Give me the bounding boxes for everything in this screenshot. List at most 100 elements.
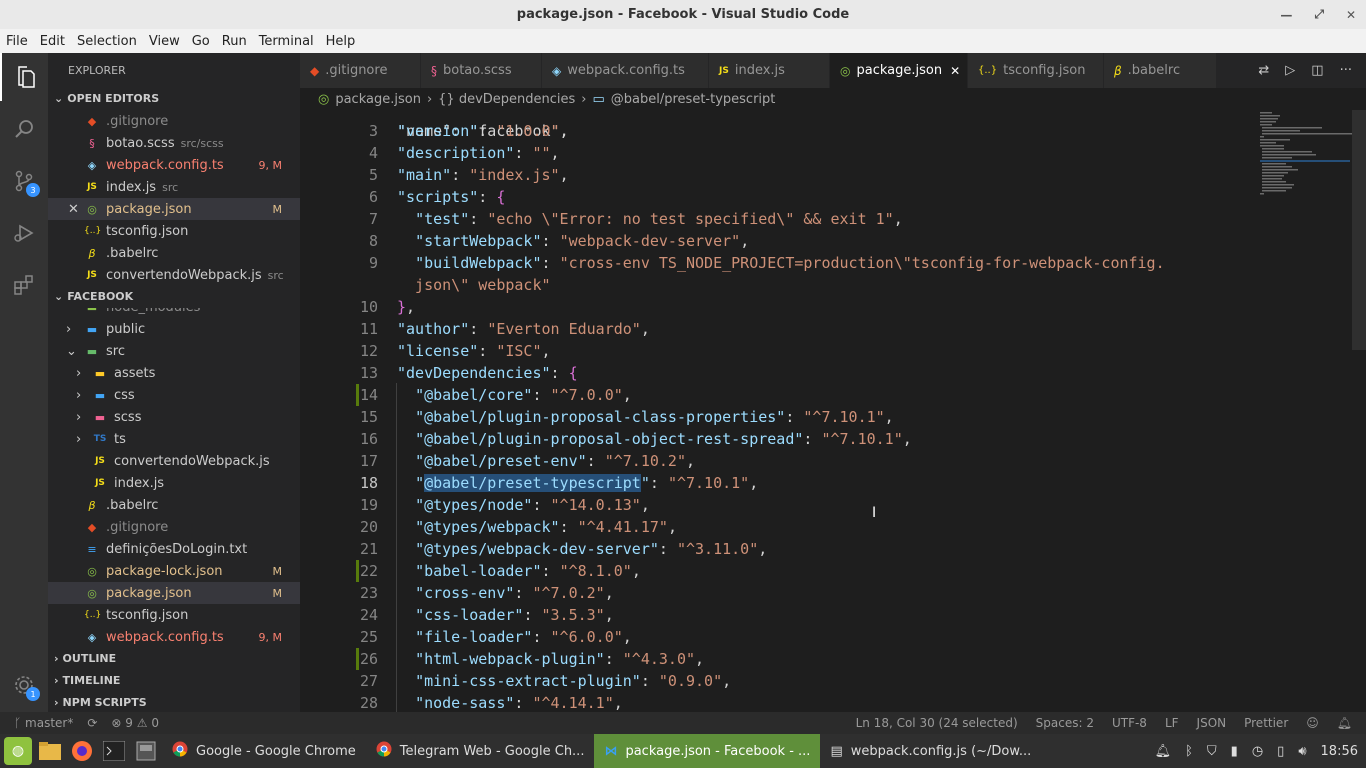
tree-file[interactable]: ≡ definiçõesDoLogin.txt <box>48 538 300 560</box>
line-number: 9 <box>368 254 378 272</box>
menu-help[interactable]: Help <box>320 34 362 49</box>
extensions-icon[interactable] <box>0 261 48 309</box>
editor-scrollbar[interactable] <box>1352 110 1366 712</box>
open-editor-item[interactable]: {..} tsconfig.json <box>48 220 300 242</box>
close-window-button[interactable]: ✕ <box>1346 8 1356 22</box>
menu-go[interactable]: Go <box>186 34 216 49</box>
taskbar-window-vscode[interactable]: ⋈ package.json - Facebook - ... <box>594 734 821 768</box>
minimap[interactable] <box>1252 110 1352 200</box>
close-icon[interactable]: ✕ <box>950 64 960 78</box>
branch-icon: ᚴ <box>14 716 22 730</box>
branch-indicator[interactable]: ᚴ master* <box>14 716 73 730</box>
tree-file-active[interactable]: ◎ package.json M <box>48 582 300 604</box>
breadcrumb-file[interactable]: package.json <box>335 92 421 107</box>
menu-terminal[interactable]: Terminal <box>253 34 320 49</box>
shield-icon[interactable]: ⛉ <box>1207 744 1217 759</box>
tree-folder[interactable]: › ▬ css <box>48 384 300 406</box>
terminal-icon[interactable] <box>100 737 128 765</box>
mint-menu-icon[interactable]: ◍ <box>4 737 32 765</box>
timeline-header[interactable]: › TIMELINE <box>48 670 300 692</box>
volume-icon[interactable]: 🔊︎ <box>1298 744 1306 759</box>
open-editor-item[interactable]: ◈ webpack.config.ts 9, M <box>48 154 300 176</box>
npm-scripts-header[interactable]: › NPM SCRIPTS <box>48 692 300 714</box>
feedback-icon[interactable]: ☺ <box>1306 716 1319 730</box>
bluetooth-icon[interactable]: ᛒ <box>1185 744 1193 759</box>
more-actions-icon[interactable]: ··· <box>1340 63 1352 78</box>
open-editor-item[interactable]: JS convertendoWebpack.js src <box>48 264 300 286</box>
system-monitor-icon[interactable] <box>132 737 160 765</box>
eol[interactable]: LF <box>1165 716 1179 730</box>
files-icon[interactable] <box>36 737 64 765</box>
update-manager-icon[interactable]: ◷ <box>1252 744 1263 759</box>
search-icon[interactable] <box>0 105 48 153</box>
open-editor-item[interactable]: ◆ .gitignore <box>48 110 300 132</box>
run-icon[interactable]: ▷ <box>1285 63 1295 78</box>
notifications-icon[interactable]: 🔔︎ <box>1337 716 1352 730</box>
tree-file[interactable]: JS index.js <box>48 472 300 494</box>
tab-webpack-config[interactable]: ◈ webpack.config.ts <box>542 53 709 88</box>
js-icon: JS <box>87 270 97 280</box>
menu-view[interactable]: View <box>143 34 186 49</box>
manage-gear-icon[interactable]: 1 <box>0 661 48 709</box>
js-icon: JS <box>87 182 97 192</box>
encoding[interactable]: UTF-8 <box>1112 716 1147 730</box>
tab-babelrc[interactable]: β .babelrc <box>1104 53 1217 88</box>
menu-edit[interactable]: Edit <box>34 34 71 49</box>
tree-folder[interactable]: › ▬ public <box>48 318 300 340</box>
tree-file[interactable]: β .babelrc <box>48 494 300 516</box>
outline-header[interactable]: › OUTLINE <box>48 648 300 670</box>
code-line: 4 "description": "", <box>300 142 1260 164</box>
tab-botao-scss[interactable]: § botao.scss <box>421 53 542 88</box>
tab-tsconfig[interactable]: {..} tsconfig.json <box>968 53 1104 88</box>
clock[interactable]: 18:56 <box>1321 744 1358 759</box>
tree-file[interactable]: ◈ webpack.config.ts 9, M <box>48 626 300 648</box>
tab-package-json[interactable]: ◎ package.json ✕ <box>830 53 968 88</box>
split-editor-icon[interactable]: ◫ <box>1311 63 1323 78</box>
menu-selection[interactable]: Selection <box>71 34 143 49</box>
formatter[interactable]: Prettier <box>1244 716 1288 730</box>
open-editor-item[interactable]: β .babelrc <box>48 242 300 264</box>
menu-run[interactable]: Run <box>216 34 253 49</box>
minimize-button[interactable]: — <box>1280 8 1292 22</box>
project-header[interactable]: ⌄ FACEBOOK <box>48 286 300 308</box>
taskbar-window-telegram[interactable]: Telegram Web - Google Ch... <box>366 734 595 768</box>
tab-index-js[interactable]: JS index.js <box>709 53 830 88</box>
code-editor[interactable]: "name": "facebook", 3 "version": "1.0.0",… <box>300 110 1366 712</box>
tree-folder[interactable]: › ▬ scss <box>48 406 300 428</box>
tree-file[interactable]: ◎ package-lock.json M <box>48 560 300 582</box>
line-number: 19 <box>359 496 378 514</box>
tab-gitignore[interactable]: ◆ .gitignore <box>300 53 421 88</box>
tree-file[interactable]: {..} tsconfig.json <box>48 604 300 626</box>
breadcrumb-section[interactable]: {} devDependencies <box>438 92 575 107</box>
taskbar-window-chrome[interactable]: Google - Google Chrome <box>162 734 366 768</box>
compare-changes-icon[interactable]: ⇄ <box>1258 63 1269 78</box>
cursor-position[interactable]: Ln 18, Col 30 (24 selected) <box>856 716 1018 730</box>
run-debug-icon[interactable] <box>0 209 48 257</box>
network-icon[interactable]: ▮ <box>1231 744 1238 759</box>
tree-folder[interactable]: › TS ts <box>48 428 300 450</box>
tree-file[interactable]: ◆ .gitignore <box>48 516 300 538</box>
taskbar-window-editor[interactable]: ▤ webpack.config.js (~/Dow... <box>820 734 1041 768</box>
notifications-bell-icon[interactable]: 🔔︎ <box>1155 744 1172 759</box>
line-number: 6 <box>368 188 378 206</box>
explorer-icon[interactable] <box>0 53 48 101</box>
open-editors-header[interactable]: ⌄ OPEN EDITORS <box>48 88 300 110</box>
open-editor-item[interactable]: § botao.scss src/scss <box>48 132 300 154</box>
scrollbar-thumb[interactable] <box>1352 110 1366 350</box>
clipboard-icon[interactable]: ▯ <box>1277 744 1284 759</box>
language-mode[interactable]: JSON <box>1197 716 1227 730</box>
firefox-icon[interactable] <box>68 737 96 765</box>
tree-file[interactable]: JS convertendoWebpack.js <box>48 450 300 472</box>
maximize-button[interactable]: ⤢ <box>1314 7 1324 22</box>
indentation[interactable]: Spaces: 2 <box>1036 716 1094 730</box>
open-editor-item[interactable]: JS index.js src <box>48 176 300 198</box>
tree-folder[interactable]: ⌄ ▬ src <box>48 340 300 362</box>
tree-folder[interactable]: › ▬ assets <box>48 362 300 384</box>
breadcrumb-key[interactable]: @babel/preset-typescript <box>611 92 776 107</box>
open-editor-item-active[interactable]: ✕ ◎ package.json M <box>48 198 300 220</box>
problems-indicator[interactable]: ⊗ 9 ⚠ 0 <box>111 716 159 730</box>
sync-icon[interactable]: ⟳ <box>87 716 97 730</box>
close-icon[interactable]: ✕ <box>68 202 84 217</box>
source-control-icon[interactable]: 3 <box>0 157 48 205</box>
menu-file[interactable]: File <box>0 34 34 49</box>
